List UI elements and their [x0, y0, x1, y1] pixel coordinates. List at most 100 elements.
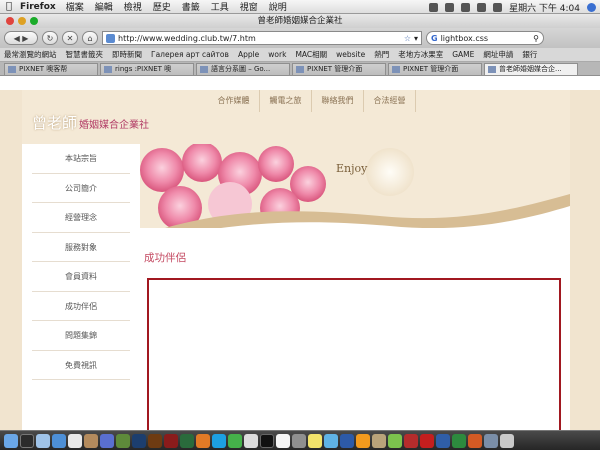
word-icon[interactable] [436, 433, 450, 448]
dreamweaver-icon[interactable] [180, 433, 194, 448]
spotlight-icon[interactable] [587, 2, 596, 12]
powerpoint-icon[interactable] [468, 433, 482, 448]
menu-window[interactable]: 視窗 [240, 0, 258, 13]
msn-icon[interactable] [228, 433, 242, 448]
finder-icon[interactable] [4, 433, 18, 448]
textedit-icon[interactable] [276, 433, 290, 448]
ichat-icon[interactable] [324, 433, 338, 448]
top-nav-contact[interactable]: 聯絡我們 [312, 90, 364, 112]
filezilla-icon[interactable] [404, 433, 418, 448]
close-window-icon[interactable] [6, 17, 14, 25]
bookmark-item[interactable]: 銀行 [522, 49, 537, 60]
side-nav-philosophy[interactable]: 經營理念 [32, 203, 130, 233]
zoom-window-icon[interactable] [30, 17, 38, 25]
home-button[interactable]: ⌂ [82, 31, 98, 45]
side-nav-couples[interactable]: 成功伴侶 [32, 292, 130, 321]
search-engine-icon[interactable]: G [431, 34, 438, 43]
acrobat-icon[interactable] [420, 433, 434, 448]
menu-history[interactable]: 歷史 [153, 0, 171, 13]
bookmark-item[interactable]: Галерея арт сайтов [151, 50, 229, 59]
back-forward-button[interactable]: ◀ ▶ [4, 31, 38, 45]
bookmark-item[interactable]: Apple [238, 50, 259, 59]
forward-icon[interactable]: ▶ [22, 34, 28, 43]
tab[interactable]: PIXNET 噢客帮 [4, 63, 98, 75]
bookmark-item[interactable]: website [336, 50, 365, 59]
tab[interactable]: PIXNET 管理介面 [388, 63, 482, 75]
photoshop-icon[interactable] [132, 433, 146, 448]
skype-icon[interactable] [212, 433, 226, 448]
tab[interactable]: PIXNET 管理介面 [292, 63, 386, 75]
transmit-icon[interactable] [372, 433, 386, 448]
terminal-icon[interactable] [260, 433, 274, 448]
apple-menu-icon[interactable]:  [6, 1, 20, 12]
menu-tools[interactable]: 工具 [211, 0, 229, 13]
bookmark-item[interactable]: 網址申請 [483, 49, 513, 60]
app-menu[interactable]: Firefox [20, 2, 56, 12]
bookmark-item[interactable]: work [268, 50, 286, 59]
iphoto-icon[interactable] [116, 433, 130, 448]
url-text[interactable]: http://www.wedding.club.tw/7.htm [118, 34, 401, 43]
flash-icon[interactable] [164, 433, 178, 448]
side-nav-about[interactable]: 公司簡介 [32, 174, 130, 203]
url-bar[interactable]: http://www.wedding.club.tw/7.htm ☆ ▾ [102, 31, 422, 45]
top-nav-legal[interactable]: 合法經營 [364, 90, 416, 112]
sync-icon[interactable] [429, 2, 439, 12]
quicktime-icon[interactable] [340, 433, 354, 448]
tab[interactable]: 語言分系圖 – Go... [196, 63, 290, 75]
menu-help[interactable]: 說明 [269, 0, 287, 13]
volume-icon[interactable] [477, 2, 487, 12]
side-nav-purpose[interactable]: 本站宗旨 [32, 144, 130, 174]
reload-button[interactable]: ↻ [42, 31, 58, 45]
bluetooth-icon[interactable] [445, 2, 455, 12]
bookmark-item[interactable]: 智慧書籤夾 [66, 49, 104, 60]
tab-active[interactable]: 曾老師婚姻媒合企... [484, 63, 578, 75]
search-icon[interactable]: ⚲ [533, 34, 539, 43]
itunes-icon[interactable] [100, 433, 114, 448]
side-nav-members[interactable]: 會員資料 [32, 262, 130, 292]
back-icon[interactable]: ◀ [14, 34, 20, 43]
menu-bar:  Firefox 檔案 編輯 檢視 歷史 書籤 工具 視窗 說明 星期六 下午… [0, 0, 600, 14]
menu-edit[interactable]: 編輯 [95, 0, 113, 13]
bookmark-item[interactable]: 即時新聞 [112, 49, 142, 60]
address-book-icon[interactable] [84, 433, 98, 448]
bookmark-item[interactable]: GAME [452, 50, 474, 59]
bookmark-item[interactable]: 老地方冰果室 [398, 49, 443, 60]
firefox-icon[interactable] [196, 433, 210, 448]
vlc-icon[interactable] [356, 433, 370, 448]
url-dropdown-icon[interactable]: ▾ [414, 34, 421, 43]
mail-icon[interactable] [36, 433, 50, 448]
menu-bookmarks[interactable]: 書籤 [182, 0, 200, 13]
stop-button[interactable]: ✕ [62, 31, 78, 45]
excel-icon[interactable] [452, 433, 466, 448]
bookmark-item[interactable]: MAC相關 [295, 49, 327, 60]
trash-icon[interactable] [500, 433, 514, 448]
ical-icon[interactable] [68, 433, 82, 448]
coda-icon[interactable] [388, 433, 402, 448]
downloads-icon[interactable] [484, 433, 498, 448]
site-logo[interactable]: 曾老師 婚姻媒合企業社 [32, 112, 149, 133]
system-preferences-icon[interactable] [292, 433, 306, 448]
menu-view[interactable]: 檢視 [124, 0, 142, 13]
battery-icon[interactable] [493, 2, 503, 12]
wifi-icon[interactable] [461, 2, 471, 12]
safari-icon[interactable] [52, 433, 66, 448]
side-nav-faq[interactable]: 問題集錦 [32, 321, 130, 351]
preview-icon[interactable] [244, 433, 258, 448]
minimize-window-icon[interactable] [18, 17, 26, 25]
illustrator-icon[interactable] [148, 433, 162, 448]
bookmark-star-icon[interactable]: ☆ [404, 34, 411, 43]
bookmark-item[interactable]: 熱門 [374, 49, 389, 60]
search-text[interactable]: lightbox.css [441, 34, 488, 43]
side-nav-clients[interactable]: 服務對象 [32, 233, 130, 262]
search-bar[interactable]: G lightbox.css ⚲ [426, 31, 544, 45]
side-nav-video[interactable]: 免費視訊 [32, 351, 130, 380]
dashboard-icon[interactable] [20, 433, 34, 448]
clock[interactable]: 星期六 下午 4:04 [509, 1, 580, 14]
stickies-icon[interactable] [308, 433, 322, 448]
browser-window: 曾老師婚姻媒合企業社 ◀ ▶ ↻ ✕ ⌂ http://www.wedding.… [0, 14, 600, 430]
top-nav-journey[interactable]: 觸電之旅 [260, 90, 312, 112]
top-nav-media[interactable]: 合作媒體 [208, 90, 260, 112]
menu-file[interactable]: 檔案 [66, 0, 84, 13]
bookmark-item[interactable]: 最常瀏覽的網站 [4, 49, 57, 60]
tab[interactable]: rings :PIXNET 噢 [100, 63, 194, 75]
